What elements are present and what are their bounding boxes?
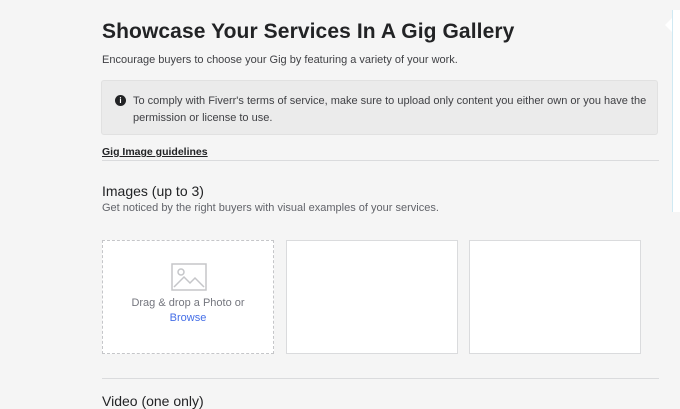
- images-section-title: Images (up to 3): [102, 183, 204, 199]
- terms-notice: i To comply with Fiverr's terms of servi…: [101, 80, 658, 135]
- images-section-description: Get noticed by the right buyers with vis…: [102, 202, 439, 214]
- gig-image-guidelines-link[interactable]: Gig Image guidelines: [102, 146, 208, 158]
- side-help-panel: [672, 10, 680, 212]
- divider: [102, 378, 659, 379]
- browse-link[interactable]: Browse: [103, 312, 273, 324]
- image-upload-slot-1[interactable]: Drag & drop a Photo or Browse: [102, 240, 274, 354]
- image-placeholder-icon: [171, 263, 207, 291]
- page-subtitle: Encourage buyers to choose your Gig by f…: [102, 54, 458, 66]
- side-panel-pointer: [665, 18, 672, 32]
- image-upload-slot-3[interactable]: [469, 240, 641, 354]
- divider: [102, 160, 659, 161]
- drag-drop-text: Drag & drop a Photo or: [131, 297, 245, 309]
- video-section-title: Video (one only): [102, 393, 204, 409]
- page-title: Showcase Your Services In A Gig Gallery: [102, 20, 515, 43]
- notice-text: To comply with Fiverr's terms of service…: [133, 95, 647, 124]
- image-upload-slot-2[interactable]: [286, 240, 458, 354]
- info-icon: i: [115, 95, 126, 106]
